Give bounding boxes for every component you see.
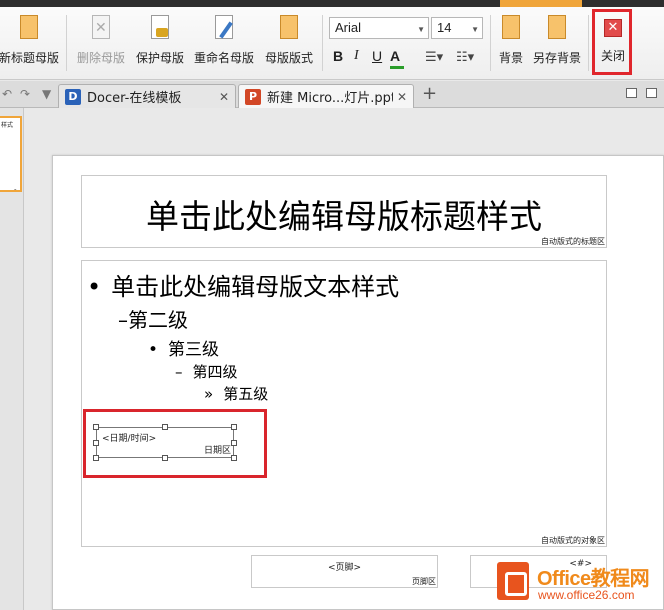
active-menu-tab[interactable]	[500, 0, 582, 7]
document-tab-bar: ↶ ↷ ▼ D Docer-在线模板 ✕ P 新建 Micro...灯片.ppt…	[0, 81, 664, 108]
bullet-list-icon[interactable]: ☰▾	[425, 50, 443, 65]
delete-master-button[interactable]: ✕ 删除母版	[74, 11, 128, 73]
chevron-down-icon[interactable]: ▼	[42, 87, 51, 101]
level-4-text: – 第四级	[175, 363, 238, 381]
menu-tab-strip	[0, 0, 664, 7]
close-icon[interactable]: ✕	[397, 90, 407, 104]
ribbon-separator	[490, 15, 491, 71]
italic-button[interactable]: I	[354, 48, 359, 64]
protect-master-button[interactable]: 保护母版	[133, 11, 187, 73]
delete-master-icon: ✕	[89, 15, 113, 41]
save-background-icon	[545, 15, 569, 41]
ribbon-separator	[66, 15, 67, 71]
background-icon	[499, 15, 523, 41]
tab-presentation[interactable]: P 新建 Micro...灯片.ppt * ✕	[238, 84, 414, 108]
ribbon-separator	[322, 15, 323, 71]
background-button[interactable]: 背景	[496, 11, 526, 73]
font-size-select[interactable]: 14 ▼	[431, 17, 483, 39]
font-color-bar	[390, 66, 404, 69]
watermark-logo: Office教程网 www.office26.com	[493, 556, 664, 610]
object-area-label: 自动版式的对象区	[541, 536, 605, 545]
slide-thumbnail[interactable]: 样式 -	[0, 116, 22, 192]
body-placeholder[interactable]: • 单击此处编辑母版文本样式 –第二级 • 第三级 – 第四级 » 第五级 自动版式的对…	[81, 260, 607, 547]
master-layout-button[interactable]: 母版版式	[262, 11, 316, 73]
level-5-text: » 第五级	[204, 385, 269, 403]
new-title-master-icon	[17, 15, 41, 41]
title-text: 单击此处编辑母版标题样式	[146, 197, 542, 236]
window-list-icon[interactable]	[646, 88, 657, 98]
docer-icon: D	[65, 88, 81, 105]
close-icon[interactable]: ✕	[219, 90, 229, 104]
ribbon-separator	[588, 15, 589, 71]
window-mode-icon[interactable]	[626, 88, 637, 98]
font-name-select[interactable]: Arial ▼	[329, 17, 429, 39]
underline-button[interactable]: U	[372, 48, 382, 64]
numbered-list-icon[interactable]: ☷▾	[456, 50, 474, 65]
level-1-text: • 单击此处编辑母版文本样式	[87, 273, 400, 301]
save-background-button[interactable]: 另存背景	[530, 11, 584, 73]
protect-master-icon	[148, 15, 172, 41]
title-placeholder[interactable]: 单击此处编辑母版标题样式 自动版式的标题区	[81, 175, 607, 248]
close-button-highlight	[592, 9, 632, 75]
slide-thumbnail-pane: 样式 -	[0, 108, 24, 610]
redo-icon[interactable]: ↷	[20, 87, 30, 101]
rename-master-button[interactable]: 重命名母版	[192, 11, 256, 73]
rename-master-icon	[212, 15, 236, 41]
office-logo-icon	[497, 562, 529, 600]
font-color-button[interactable]: A	[390, 48, 400, 64]
level-2-text: –第二级	[118, 308, 188, 332]
chevron-down-icon: ▼	[417, 25, 425, 34]
footer-placeholder[interactable]: <页脚> 页脚区	[251, 555, 438, 588]
chevron-down-icon: ▼	[471, 25, 479, 34]
new-tab-icon[interactable]: +	[422, 83, 437, 104]
title-area-label: 自动版式的标题区	[541, 237, 605, 246]
ppt-icon: P	[245, 88, 261, 105]
new-title-master-button[interactable]: 新标题母版	[0, 11, 60, 73]
level-3-text: • 第三级	[148, 340, 220, 360]
slide-master-canvas[interactable]: 单击此处编辑母版标题样式 自动版式的标题区 • 单击此处编辑母版文本样式 –第二级…	[52, 155, 664, 610]
tab-docer[interactable]: D Docer-在线模板 ✕	[58, 84, 236, 108]
date-placeholder-highlight	[83, 409, 267, 478]
master-layout-icon	[277, 15, 301, 41]
bold-button[interactable]: B	[333, 48, 343, 64]
ribbon: 新标题母版 ✕ 删除母版 保护母版 重命名母版 母版版式 Arial ▼ 14 ▼ …	[0, 7, 664, 80]
undo-icon[interactable]: ↶	[2, 87, 12, 101]
